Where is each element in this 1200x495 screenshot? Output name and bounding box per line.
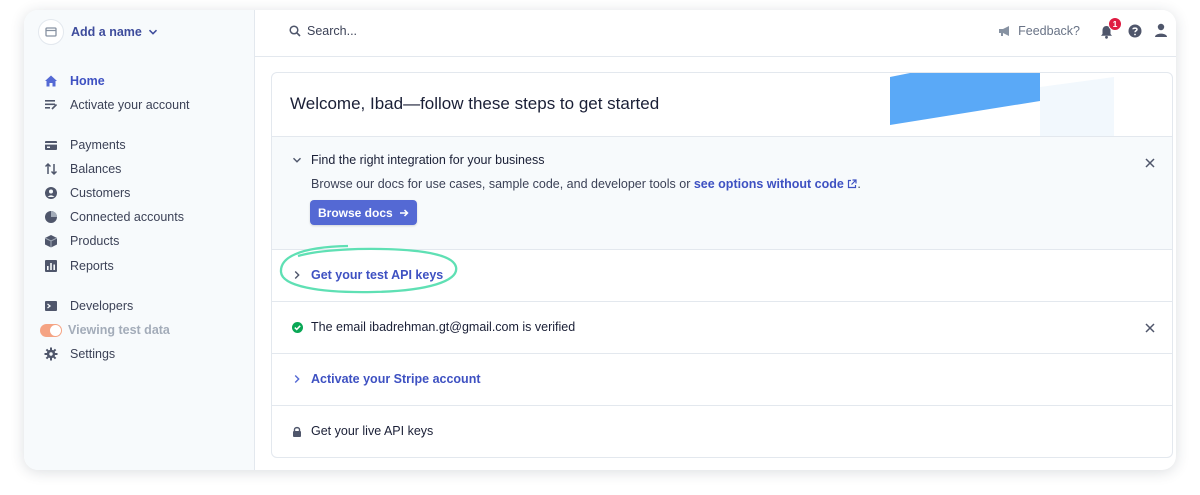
integration-heading: Find the right integration for your busi… [311, 153, 545, 167]
step-row: The email ibadrehman.gt@gmail.com is ver… [290, 320, 575, 334]
megaphone-icon [998, 25, 1012, 37]
sidebar-item-label: Connected accounts [70, 210, 184, 224]
step-row: Activate your Stripe account [290, 372, 481, 386]
search-input[interactable]: Search... [289, 24, 357, 38]
arrow-right-icon [399, 208, 409, 218]
description-period: . [857, 177, 861, 191]
sidebar-item-label: Home [70, 74, 105, 88]
step-activate-stripe[interactable]: Activate your Stripe account [272, 354, 1172, 406]
chevron-down-icon [290, 153, 304, 167]
lock-icon [290, 424, 304, 438]
step-label: The email ibadrehman.gt@gmail.com is ver… [311, 320, 576, 334]
integration-toggle[interactable]: Find the right integration for your busi… [290, 153, 544, 167]
step-row: Get your test API keys [290, 268, 443, 282]
help-icon[interactable] [1128, 24, 1142, 43]
sidebar-item-test-data-toggle[interactable]: Viewing test data [40, 319, 170, 341]
sidebar-item-label: Customers [70, 186, 131, 200]
sidebar: Add a name Home Activate your account Pa… [24, 10, 255, 470]
card-header: Welcome, Ibad—follow these steps to get … [272, 73, 1172, 137]
sidebar-item-activate-account[interactable]: Activate your account [44, 94, 190, 116]
user-icon[interactable] [1154, 23, 1168, 43]
search-icon [289, 25, 301, 37]
step-email-verified: The email ibadrehman.gt@gmail.com is ver… [272, 302, 1172, 354]
gear-icon [44, 347, 58, 361]
external-link-icon [847, 178, 857, 192]
step-live-api-keys: Get your live API keys [272, 406, 1172, 457]
sidebar-item-developers[interactable]: Developers [44, 295, 133, 317]
reports-icon [44, 259, 58, 273]
sidebar-item-label: Balances [70, 162, 122, 176]
feedback-label: Feedback? [1018, 24, 1080, 38]
connected-accounts-icon [44, 210, 58, 224]
customers-icon [44, 186, 58, 200]
browse-docs-button[interactable]: Browse docs [310, 200, 417, 225]
close-icon[interactable] [1144, 157, 1156, 169]
sidebar-item-label: Products [70, 234, 120, 248]
home-icon [44, 74, 58, 88]
sidebar-item-payments[interactable]: Payments [44, 134, 126, 156]
balances-icon [44, 162, 58, 176]
app-window: Add a name Home Activate your account Pa… [24, 10, 1176, 470]
sidebar-item-reports[interactable]: Reports [44, 255, 114, 277]
account-switcher[interactable]: Add a name [38, 18, 158, 46]
chevron-right-icon [290, 372, 304, 386]
chevron-down-icon [148, 27, 158, 37]
account-name: Add a name [71, 25, 142, 39]
page-title: Welcome, Ibad—follow these steps to get … [290, 94, 660, 113]
sidebar-item-connected-accounts[interactable]: Connected accounts [44, 206, 184, 228]
sidebar-item-settings[interactable]: Settings [44, 343, 115, 365]
terminal-icon [44, 299, 58, 313]
sidebar-item-label: Viewing test data [68, 323, 170, 337]
options-without-code-link[interactable]: see options without code [694, 177, 844, 191]
notifications-button[interactable]: 1 [1100, 17, 1122, 41]
close-icon[interactable] [1144, 322, 1156, 334]
chevron-right-icon [290, 268, 304, 282]
step-test-api-keys[interactable]: Get your test API keys [272, 244, 1172, 302]
sidebar-item-label: Settings [70, 347, 116, 361]
onboarding-card: Welcome, Ibad—follow these steps to get … [271, 72, 1173, 458]
sidebar-item-balances[interactable]: Balances [44, 158, 121, 180]
step-label: Get your test API keys [311, 268, 444, 282]
sidebar-item-customers[interactable]: Customers [44, 182, 130, 204]
sidebar-item-label: Activate your account [70, 98, 190, 112]
products-icon [44, 234, 58, 248]
feedback-button[interactable]: Feedback? [998, 24, 1080, 38]
store-icon [38, 19, 64, 45]
sidebar-item-label: Reports [70, 259, 114, 273]
step-label: Activate your Stripe account [311, 372, 481, 386]
search-placeholder: Search... [307, 24, 358, 38]
browse-docs-label: Browse docs [318, 205, 393, 220]
integration-description-text: Browse our docs for use cases, sample co… [311, 177, 694, 191]
check-circle-icon [290, 320, 304, 334]
integration-section: Find the right integration for your busi… [272, 137, 1172, 250]
checklist-icon [44, 98, 58, 112]
top-bar: Search... Feedback? 1 [255, 10, 1176, 57]
integration-description: Browse our docs for use cases, sample co… [311, 177, 861, 192]
payments-icon [44, 138, 58, 152]
notification-badge: 1 [1108, 17, 1122, 31]
sidebar-item-label: Payments [70, 138, 126, 152]
sidebar-item-home[interactable]: Home [44, 70, 105, 92]
sidebar-item-products[interactable]: Products [44, 230, 119, 252]
step-label: Get your live API keys [311, 424, 434, 438]
decorative-stripes [890, 73, 1114, 136]
test-data-toggle[interactable] [40, 323, 62, 337]
sidebar-item-label: Developers [70, 299, 134, 313]
step-row: Get your live API keys [290, 424, 433, 438]
